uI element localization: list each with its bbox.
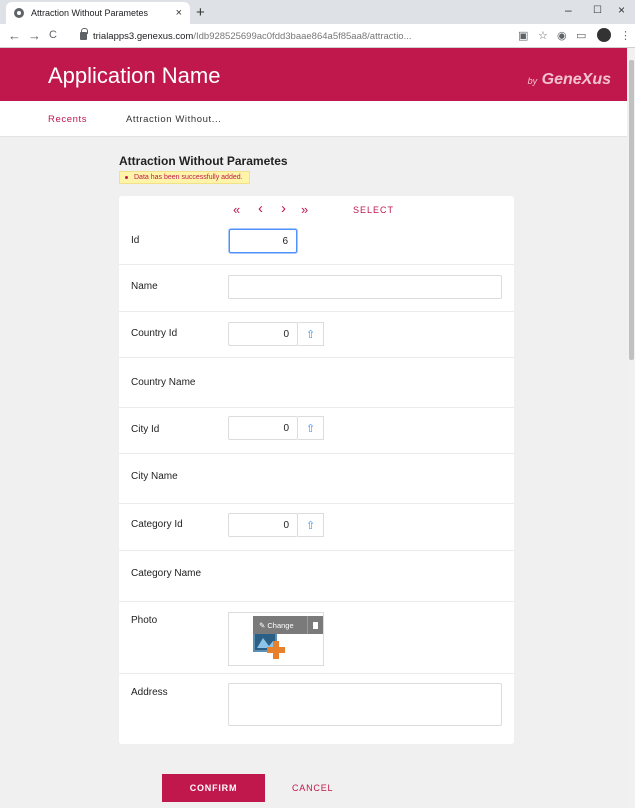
- photo-toolbar: ✎ Change: [253, 616, 323, 634]
- name-input[interactable]: [228, 275, 502, 299]
- browser-tabstrip: Attraction Without Parametes × + – ☐ ×: [0, 0, 635, 24]
- category-prompt-button[interactable]: ⇧: [298, 513, 324, 537]
- form-card: « ‹ › » SELECT Id Name Country Id ⇧ Coun…: [119, 196, 514, 744]
- page-title: Attraction Without Parametes: [119, 154, 288, 168]
- form-row-city-name: City Name: [119, 454, 514, 504]
- arrow-up-icon: ⇧: [305, 328, 316, 341]
- genexus-logo: by GeneXus: [527, 71, 611, 88]
- delete-photo-button[interactable]: [307, 616, 323, 634]
- change-photo-button[interactable]: ✎ Change: [253, 621, 307, 630]
- id-input[interactable]: [229, 229, 297, 253]
- translate-icon[interactable]: ▣: [518, 29, 528, 42]
- forward-button[interactable]: →: [28, 28, 41, 43]
- record-navigation: « ‹ › » SELECT: [119, 200, 514, 220]
- app-name: Application Name: [48, 63, 221, 88]
- form-row-country-name: Country Name: [119, 358, 514, 408]
- extension-icon[interactable]: ◉: [557, 29, 567, 42]
- confirm-button[interactable]: CONFIRM: [162, 774, 265, 802]
- scrollbar-thumb[interactable]: [629, 60, 634, 360]
- profile-avatar[interactable]: [597, 28, 611, 42]
- previous-record-button[interactable]: ‹: [258, 200, 263, 217]
- url-path: /Idb928525699ac0fdd3baae864a5f85aa8/attr…: [193, 30, 412, 42]
- arrow-up-icon: ⇧: [305, 422, 316, 435]
- id-label: Id: [131, 235, 140, 246]
- new-tab-button[interactable]: +: [196, 4, 205, 21]
- city-prompt-button[interactable]: ⇧: [298, 416, 324, 440]
- browser-toolbar: ← → C trialapps3.genexus.com/Idb92852569…: [0, 24, 635, 48]
- name-label: Name: [131, 281, 158, 292]
- category-name-label: Category Name: [131, 568, 202, 579]
- country-prompt-button[interactable]: ⇧: [298, 322, 324, 346]
- maximize-button[interactable]: ☐: [593, 5, 602, 16]
- city-id-label: City Id: [131, 424, 160, 435]
- globe-icon: [14, 8, 24, 18]
- trash-icon: [313, 621, 318, 629]
- form-row-country-id: Country Id ⇧: [119, 312, 514, 358]
- address-label: Address: [131, 687, 168, 698]
- form-row-address: Address: [119, 674, 514, 744]
- next-record-button[interactable]: ›: [281, 200, 286, 217]
- menu-icon[interactable]: ⋮: [620, 29, 631, 42]
- address-bar[interactable]: trialapps3.genexus.com/Idb928525699ac0fd…: [80, 27, 510, 45]
- select-button[interactable]: SELECT: [353, 205, 394, 215]
- reload-button[interactable]: C: [49, 29, 57, 41]
- breadcrumb-current[interactable]: Attraction Without...: [126, 114, 222, 125]
- category-id-input[interactable]: [228, 513, 298, 537]
- form-row-name: Name: [119, 265, 514, 312]
- country-id-input[interactable]: [228, 322, 298, 346]
- form-row-city-id: City Id ⇧: [119, 408, 514, 454]
- arrow-up-icon: ⇧: [305, 519, 316, 532]
- breadcrumb: Recents Attraction Without...: [0, 101, 635, 137]
- tab-close-icon[interactable]: ×: [176, 7, 182, 19]
- tab-title: Attraction Without Parametes: [31, 8, 149, 18]
- photo-field[interactable]: ✎ Change: [228, 612, 324, 666]
- photo-label: Photo: [131, 615, 158, 626]
- back-button[interactable]: ←: [8, 28, 21, 43]
- form-row-category-id: Category Id ⇧: [119, 504, 514, 551]
- close-window-button[interactable]: ×: [618, 3, 625, 17]
- form-row-id: Id: [119, 220, 514, 265]
- city-name-label: City Name: [131, 471, 178, 482]
- browser-tab[interactable]: Attraction Without Parametes ×: [6, 2, 190, 24]
- last-record-button[interactable]: »: [301, 202, 308, 217]
- cast-icon[interactable]: ▭: [576, 29, 586, 42]
- cancel-button[interactable]: CANCEL: [292, 783, 333, 793]
- lock-icon: [80, 28, 88, 40]
- form-row-category-name: Category Name: [119, 551, 514, 602]
- address-textarea[interactable]: [228, 683, 502, 726]
- success-message-text: Data has been successfully added.: [134, 174, 243, 181]
- first-record-button[interactable]: «: [233, 202, 240, 217]
- star-icon[interactable]: ☆: [538, 29, 548, 42]
- success-message: Data has been successfully added.: [119, 171, 250, 184]
- country-id-label: Country Id: [131, 328, 178, 339]
- country-name-label: Country Name: [131, 377, 196, 388]
- form-row-photo: Photo ✎ Change: [119, 602, 514, 674]
- minimize-button[interactable]: –: [565, 3, 572, 17]
- city-id-input[interactable]: [228, 416, 298, 440]
- breadcrumb-recents[interactable]: Recents: [48, 114, 87, 125]
- bullet-icon: [125, 176, 128, 179]
- app-header: Application Name by GeneXus: [0, 48, 635, 101]
- category-id-label: Category Id: [131, 519, 183, 530]
- url-host: trialapps3.genexus.com: [93, 30, 194, 42]
